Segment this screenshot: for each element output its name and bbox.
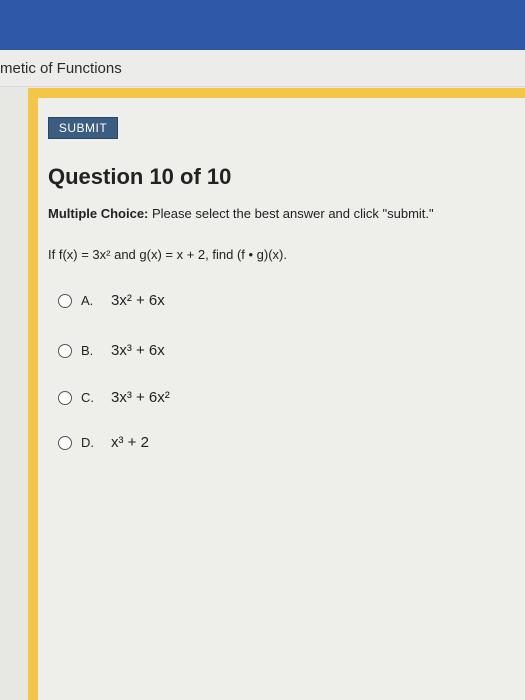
instruction-label: Multiple Choice: — [48, 206, 149, 221]
question-prompt: If f(x) = 3x² and g(x) = x + 2, find (f … — [48, 247, 287, 262]
choice-expression: x³ + 2 — [111, 434, 149, 451]
choice-expression: 3x² + 6x — [111, 292, 165, 309]
choice-a[interactable]: A. 3x² + 6x — [58, 292, 165, 309]
choice-letter: B. — [81, 343, 94, 358]
radio-button-icon[interactable] — [58, 293, 72, 308]
instruction-text: Please select the best answer and click … — [148, 206, 434, 221]
choice-expression: 3x³ + 6x — [111, 342, 165, 359]
top-header-bar — [0, 0, 525, 50]
submit-button[interactable]: SUBMIT — [48, 117, 118, 139]
choice-c[interactable]: C. 3x³ + 6x² — [58, 389, 170, 406]
radio-button-icon[interactable] — [58, 343, 72, 358]
page-title: metic of Functions — [0, 60, 122, 77]
radio-button-icon[interactable] — [58, 390, 72, 405]
choice-letter: C. — [81, 390, 94, 405]
choice-d[interactable]: D. x³ + 2 — [58, 434, 149, 451]
choice-letter: D. — [81, 435, 94, 450]
choice-letter: A. — [81, 293, 94, 308]
instructions: Multiple Choice: Please select the best … — [48, 206, 434, 221]
choice-expression: 3x³ + 6x² — [111, 389, 170, 406]
radio-button-icon[interactable] — [58, 435, 72, 450]
choice-b[interactable]: B. 3x³ + 6x — [58, 342, 165, 359]
question-heading: Question 10 of 10 — [48, 164, 232, 189]
